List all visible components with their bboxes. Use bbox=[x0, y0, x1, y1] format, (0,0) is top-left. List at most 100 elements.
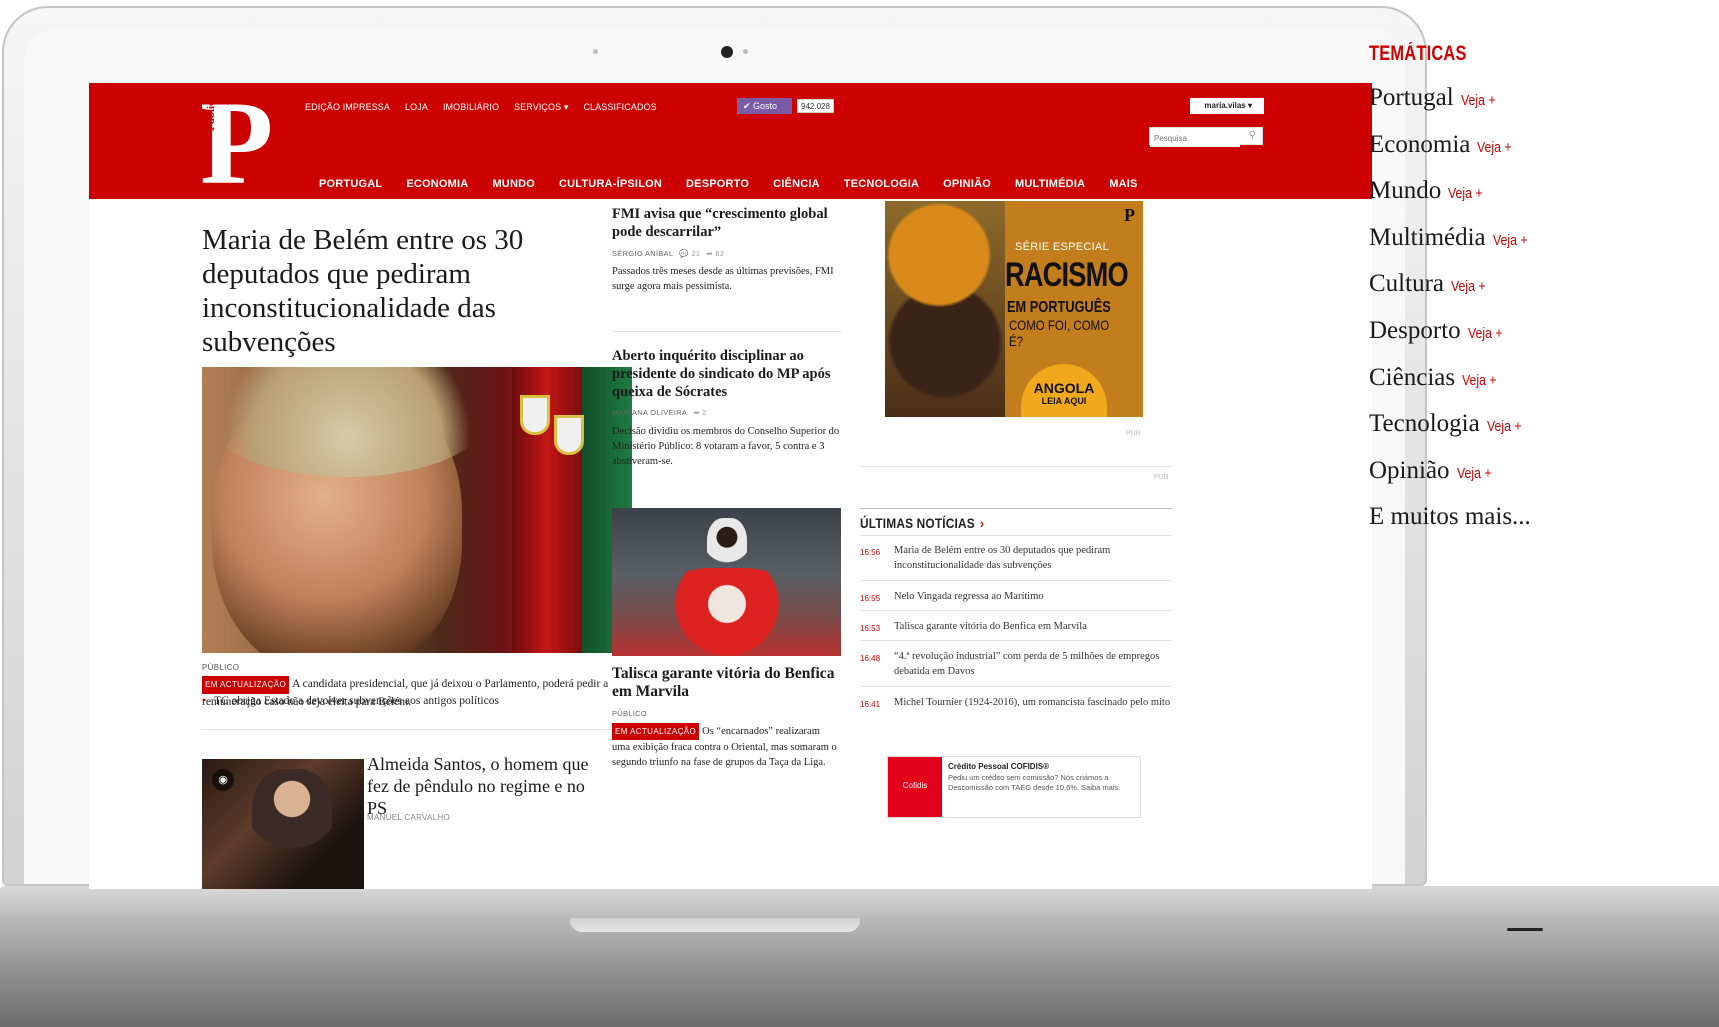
tematica-label: Cultura bbox=[1369, 270, 1444, 298]
news-time: 16:41 bbox=[860, 700, 881, 709]
veja-mais-link[interactable]: Veja + bbox=[1451, 265, 1486, 309]
tematica-economia[interactable]: Economia Veja + bbox=[1369, 123, 1535, 170]
tematica-mundo[interactable]: Mundo Veja + bbox=[1369, 169, 1535, 216]
search-box: ⚲ bbox=[1149, 127, 1263, 147]
almeida-photo[interactable]: ◉ bbox=[202, 759, 364, 889]
nav-loja[interactable]: LOJA bbox=[405, 102, 428, 113]
nav-mundo[interactable]: MUNDO bbox=[492, 178, 535, 190]
benfica-headline[interactable]: Talisca garante vitória do Benfica em Ma… bbox=[612, 665, 842, 701]
veja-mais-link[interactable]: Veja + bbox=[1448, 172, 1483, 216]
comments-icon[interactable]: 💬 21 bbox=[679, 249, 700, 258]
tematica-desporto[interactable]: Desporto Veja + bbox=[1369, 309, 1535, 356]
tematica-label: Portugal bbox=[1369, 84, 1454, 111]
site-header: P Público EDIÇÃO IMPRESSA LOJA IMOBILIÁR… bbox=[89, 83, 1372, 203]
news-item[interactable]: 16:41 Michel Tournier (1924-2016), um rom… bbox=[860, 695, 1172, 712]
nav-imobiliario[interactable]: IMOBILIÁRIO bbox=[443, 102, 499, 113]
nav-economia[interactable]: ECONOMIA bbox=[406, 178, 468, 190]
tematica-label: Multimédia bbox=[1369, 223, 1486, 251]
benfica-byline: PÚBLICO bbox=[612, 709, 648, 718]
secondary-headline[interactable]: Almeida Santos, o homem que fez de pêndu… bbox=[367, 753, 601, 819]
top-nav: EDIÇÃO IMPRESSA LOJA IMOBILIÁRIO SERVIÇO… bbox=[305, 102, 657, 113]
veja-mais-link[interactable]: Veja + bbox=[1487, 405, 1522, 449]
camera-dot-right bbox=[743, 49, 748, 54]
tematica-multimedia[interactable]: Multimédia Veja + bbox=[1369, 216, 1535, 263]
user-menu[interactable]: maria.vilas ▾ bbox=[1190, 98, 1264, 114]
benfica-summary: EM ACTUALIZAÇÃO Os “encarnados” realizara… bbox=[612, 723, 840, 770]
veja-mais-link[interactable]: Veja + bbox=[1468, 312, 1503, 356]
news-time: 16:48 bbox=[860, 654, 881, 663]
veja-mais-link[interactable]: Veja + bbox=[1462, 359, 1497, 403]
tematica-cultura[interactable]: Cultura Veja + bbox=[1369, 262, 1535, 309]
share-icon[interactable]: ➦ 2 bbox=[693, 408, 706, 417]
news-text: Maria de Belém entre os 30 deputados que… bbox=[894, 545, 1111, 571]
veja-mais-link[interactable]: Veja + bbox=[1493, 219, 1528, 263]
news-text: “4.ª revolução industrial” com perda de … bbox=[894, 651, 1160, 677]
search-icon[interactable]: ⚲ bbox=[1249, 130, 1256, 141]
lead-source: PÚBLICO bbox=[202, 663, 240, 672]
secondary-byline: MANUEL CARVALHO bbox=[367, 813, 451, 822]
ad-kicker: SÉRIE ESPECIAL bbox=[1015, 241, 1110, 253]
nav-cultura-ipsilon[interactable]: CULTURA-ÍPSILON bbox=[559, 178, 662, 190]
nav-portugal[interactable]: PORTUGAL bbox=[319, 178, 382, 190]
pub-label: PUB bbox=[1126, 430, 1141, 437]
nav-ciencia[interactable]: CIÊNCIA bbox=[773, 178, 820, 190]
news-text: Michel Tournier (1924-2016), um romancis… bbox=[894, 697, 1171, 708]
camera-dot-left bbox=[593, 49, 598, 54]
benfica-photo[interactable] bbox=[612, 508, 841, 656]
inquerito-headline[interactable]: Aberto inquérito disciplinar ao presiden… bbox=[612, 347, 842, 401]
webcam bbox=[721, 46, 733, 58]
almeida-figure bbox=[252, 769, 332, 869]
benfica-player bbox=[707, 518, 747, 573]
news-time: 16:53 bbox=[860, 624, 881, 633]
ad-cta-sub: LEIA AQUI bbox=[1041, 396, 1087, 406]
nav-multimedia[interactable]: MULTIMÉDIA bbox=[1015, 178, 1085, 190]
news-item[interactable]: 16:56 Maria de Belém entre os 30 deputado… bbox=[860, 543, 1172, 573]
nav-desporto[interactable]: DESPORTO bbox=[686, 178, 749, 190]
divider bbox=[860, 640, 1172, 641]
news-item[interactable]: 16:55 Nelo Vingada regressa ao Marítimo bbox=[860, 589, 1172, 606]
nav-opiniao[interactable]: OPINIÃO bbox=[943, 178, 991, 190]
nav-tecnologia[interactable]: TECNOLOGIA bbox=[844, 178, 919, 190]
tematicas-panel: TEMÁTICAS Portugal Veja + Economia Veja + … bbox=[1369, 42, 1535, 539]
laptop-notch bbox=[570, 918, 860, 932]
veja-mais-link[interactable]: Veja + bbox=[1477, 126, 1512, 170]
laptop-hinge bbox=[0, 886, 1719, 916]
veja-mais-link[interactable]: Veja + bbox=[1461, 79, 1496, 123]
fmi-headline[interactable]: FMI avisa que “crescimento global pode d… bbox=[612, 205, 842, 241]
tematica-portugal[interactable]: Portugal Veja + bbox=[1369, 76, 1535, 123]
tematicas-more[interactable]: E muitos mais... bbox=[1369, 495, 1535, 539]
main-nav: PORTUGAL ECONOMIA MUNDO CULTURA-ÍPSILON … bbox=[319, 178, 1138, 190]
cofidis-ad[interactable]: Cofidis Crédito Pessoal COFIDIS® Pediu u… bbox=[887, 756, 1141, 818]
news-text: Nelo Vingada regressa ao Marítimo bbox=[894, 591, 1044, 602]
news-item[interactable]: 16:53 Talisca garante vitória do Benfica … bbox=[860, 619, 1172, 636]
nav-edicao-impressa[interactable]: EDIÇÃO IMPRESSA bbox=[305, 102, 390, 113]
tematica-opiniao[interactable]: Opinião Veja + bbox=[1369, 449, 1535, 496]
divider bbox=[860, 508, 1172, 509]
nav-classificados[interactable]: CLASSIFICADOS bbox=[583, 102, 656, 113]
ultimas-title[interactable]: ÚLTIMAS NOTÍCIAS › bbox=[860, 515, 984, 531]
inquerito-byline: MARIANA OLIVEIRA ➦ 2 bbox=[612, 408, 707, 417]
cofidis-text: Pediu um crédito sem comissão? Nós criám… bbox=[948, 773, 1121, 792]
lead-photo[interactable] bbox=[202, 367, 632, 653]
ad-brand-logo: P bbox=[1124, 205, 1135, 225]
tematica-ciencias[interactable]: Ciências Veja + bbox=[1369, 356, 1535, 403]
related-link[interactable]: • TC obriga Estado a devolver subvenções … bbox=[202, 695, 499, 707]
ad-cta[interactable]: ANGOLA LEIA AQUI bbox=[1021, 364, 1107, 417]
ultimas-title-text: ÚLTIMAS NOTÍCIAS bbox=[860, 515, 975, 531]
cofidis-title: Crédito Pessoal COFIDIS® bbox=[948, 762, 1050, 771]
lead-headline[interactable]: Maria de Belém entre os 30 deputados que… bbox=[202, 223, 622, 359]
news-time: 16:56 bbox=[860, 548, 881, 557]
racismo-ad[interactable]: P SÉRIE ESPECIAL RACISMO EM PORTUGUÊS CO… bbox=[885, 201, 1143, 417]
divider bbox=[860, 466, 1172, 467]
nav-mais[interactable]: MAIS bbox=[1109, 178, 1137, 190]
share-icon[interactable]: ➦ 82 bbox=[706, 249, 724, 258]
nav-servicos[interactable]: SERVIÇOS ▾ bbox=[514, 102, 568, 113]
veja-mais-link[interactable]: Veja + bbox=[1457, 452, 1492, 496]
tematica-tecnologia[interactable]: Tecnologia Veja + bbox=[1369, 402, 1535, 449]
news-item[interactable]: 16:48 “4.ª revolução industrial” com perd… bbox=[860, 649, 1172, 679]
like-button[interactable]: ✔ Gosto bbox=[737, 98, 792, 114]
tematica-label: Mundo bbox=[1369, 177, 1442, 205]
tematica-label: Tecnologia bbox=[1369, 410, 1480, 438]
search-input[interactable] bbox=[1150, 130, 1240, 147]
fmi-author: SÉRGIO ANÍBAL bbox=[612, 249, 674, 258]
